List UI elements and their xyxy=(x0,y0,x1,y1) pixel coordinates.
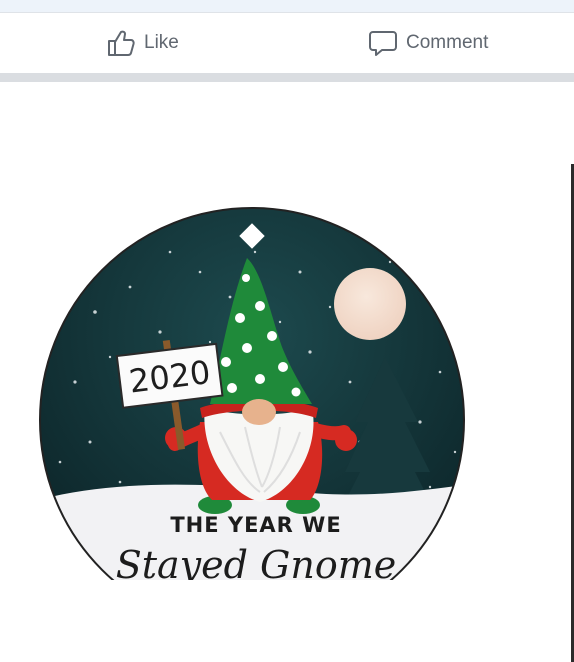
thumbs-up-icon xyxy=(106,28,136,58)
speech-bubble-icon xyxy=(368,28,398,58)
post-action-bar: Like Comment xyxy=(0,13,574,73)
post-image[interactable]: 2020 THE YEAR WE Stayed Gnome xyxy=(0,82,574,662)
like-label: Like xyxy=(144,32,179,53)
like-button[interactable]: Like xyxy=(106,25,179,61)
previous-post-edge xyxy=(0,0,574,13)
comment-label: Comment xyxy=(406,32,489,53)
caption-line2: Stayed Gnome xyxy=(116,543,397,580)
moon xyxy=(334,268,406,340)
caption-line1: THE YEAR WE xyxy=(170,513,341,537)
gnome-ornament-image: 2020 THE YEAR WE Stayed Gnome xyxy=(39,207,465,580)
comment-button[interactable]: Comment xyxy=(368,25,488,61)
ornament-scene: 2020 THE YEAR WE Stayed Gnome xyxy=(40,208,464,580)
post-divider xyxy=(0,73,574,82)
